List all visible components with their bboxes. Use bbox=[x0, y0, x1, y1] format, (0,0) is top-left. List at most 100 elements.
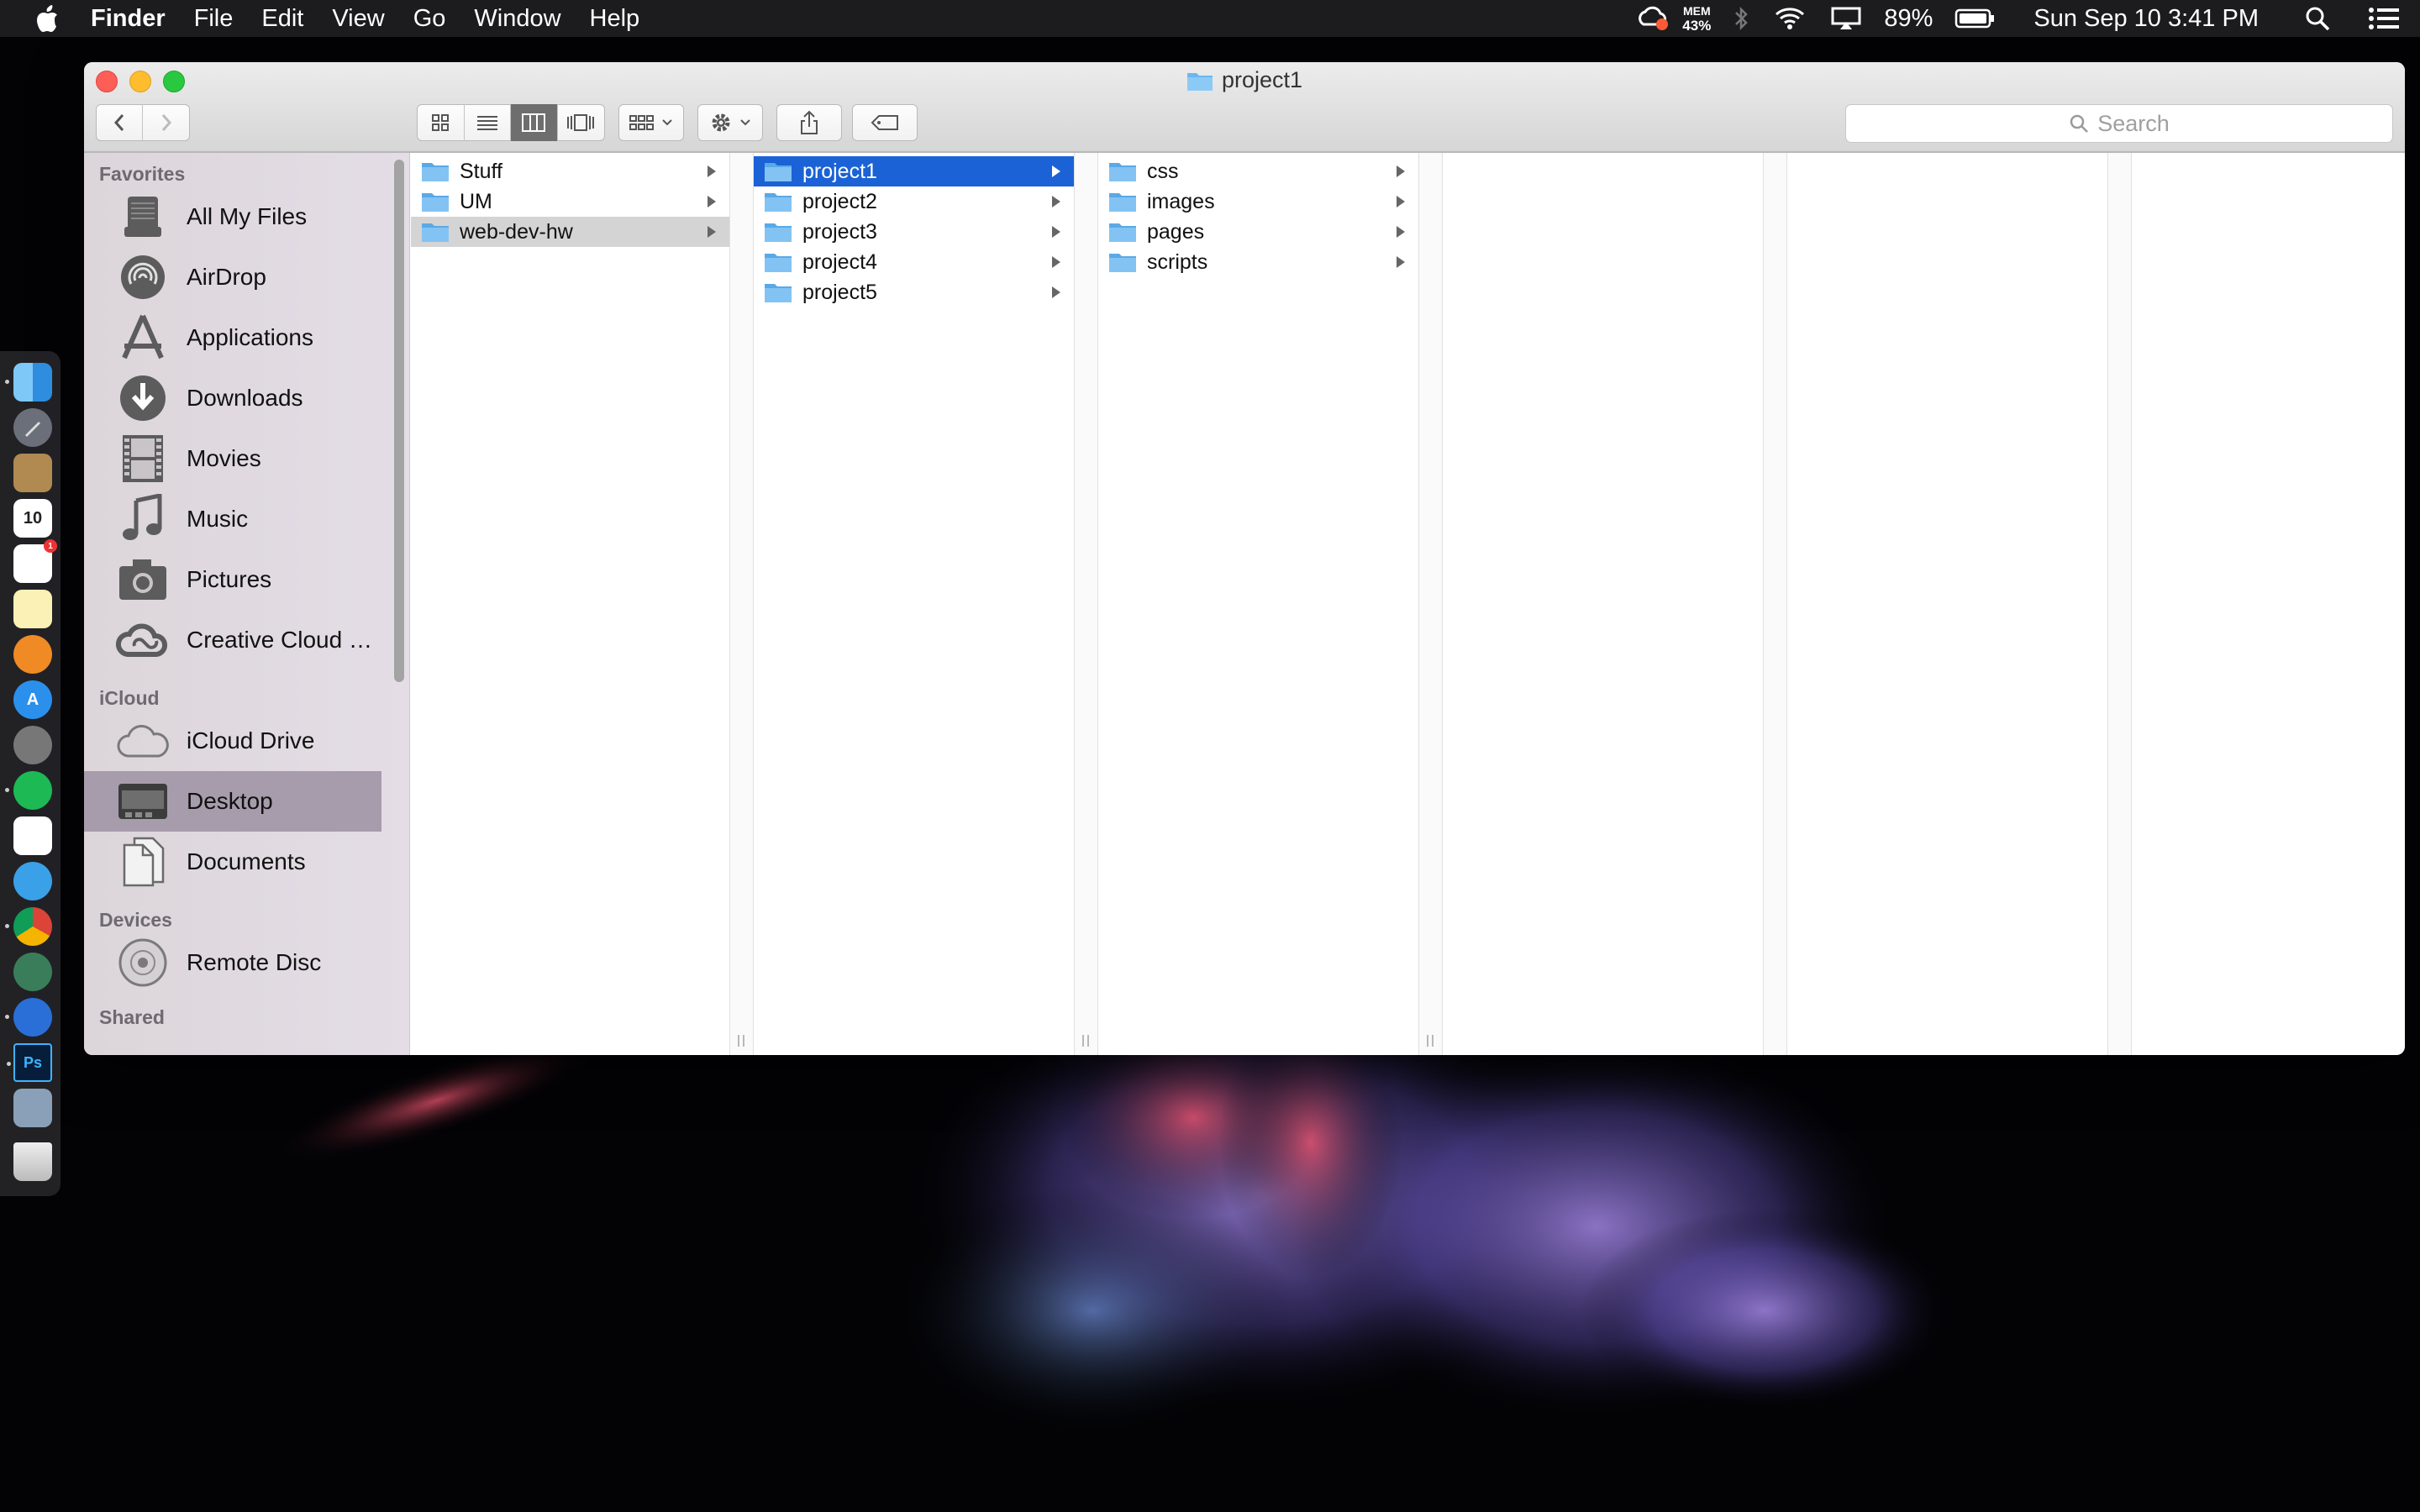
folder-name: images bbox=[1147, 189, 1215, 213]
menu-view[interactable]: View bbox=[332, 5, 384, 33]
column-browser: Stuff UM web-dev-hw project1 project2 pr… bbox=[411, 153, 2405, 1055]
menu-help[interactable]: Help bbox=[590, 5, 640, 33]
tag-icon bbox=[871, 115, 898, 130]
column-resizer[interactable] bbox=[1419, 153, 1443, 1055]
list-view-button[interactable] bbox=[465, 104, 511, 141]
slack-dock-icon[interactable] bbox=[13, 816, 52, 855]
disclosure-arrow-icon bbox=[1392, 255, 1410, 269]
disclosure-arrow-icon bbox=[1047, 165, 1065, 178]
menu-edit[interactable]: Edit bbox=[261, 5, 303, 33]
menu-bar: Finder File Edit View Go Window Help MEM… bbox=[0, 0, 2420, 37]
disclosure-arrow-icon bbox=[1047, 225, 1065, 239]
bluetooth-icon[interactable] bbox=[1733, 6, 1749, 31]
sidebar-item-all-my-files[interactable]: All My Files bbox=[84, 186, 381, 247]
menu-file[interactable]: File bbox=[194, 5, 234, 33]
column-resizer[interactable] bbox=[2108, 153, 2132, 1055]
battery-icon[interactable] bbox=[1954, 8, 1995, 29]
creative-cloud-status-icon[interactable] bbox=[1637, 6, 1670, 31]
grid-icon bbox=[432, 114, 450, 131]
menu-window[interactable]: Window bbox=[474, 5, 560, 33]
sidebar-item-desktop[interactable]: Desktop bbox=[84, 771, 381, 832]
cover-flow-view-button[interactable] bbox=[558, 104, 605, 141]
tags-button[interactable] bbox=[852, 104, 918, 141]
search-field[interactable]: Search bbox=[1845, 104, 2393, 143]
sidebar-scrollbar[interactable] bbox=[394, 160, 404, 682]
calendar-dock-icon[interactable]: 10 bbox=[13, 499, 52, 538]
sidebar-item-music[interactable]: Music bbox=[84, 489, 381, 549]
icon-view-button[interactable] bbox=[418, 104, 465, 141]
drop-app-dock-icon[interactable] bbox=[13, 862, 52, 900]
folder-row[interactable]: project5 bbox=[754, 277, 1074, 307]
apple-menu-icon[interactable] bbox=[35, 4, 59, 33]
sidebar-item-label: iCloud Drive bbox=[187, 727, 315, 753]
folder-row[interactable]: project3 bbox=[754, 217, 1074, 247]
menu-finder[interactable]: Finder bbox=[91, 5, 166, 33]
sidebar-item-pictures[interactable]: Pictures bbox=[84, 549, 381, 610]
folder-row[interactable]: pages bbox=[1098, 217, 1418, 247]
folder-row[interactable]: project2 bbox=[754, 186, 1074, 217]
share-button[interactable] bbox=[776, 104, 842, 141]
wifi-icon[interactable] bbox=[1773, 6, 1807, 31]
notes-dock-icon[interactable] bbox=[13, 590, 52, 628]
folder-row-selected[interactable]: project1 bbox=[754, 156, 1074, 186]
folder-icon bbox=[764, 191, 792, 213]
sidebar-section-favorites: Favorites bbox=[99, 163, 186, 185]
sidebar-item-icloud-drive[interactable]: iCloud Drive bbox=[84, 711, 381, 771]
arrange-grid-icon bbox=[629, 115, 654, 130]
creative-cloud-icon bbox=[116, 615, 170, 665]
column-resizer[interactable] bbox=[1075, 153, 1098, 1055]
atom-dock-icon[interactable] bbox=[13, 953, 52, 991]
photoshop-dock-icon[interactable]: Ps bbox=[7, 1043, 52, 1082]
folder-icon bbox=[1186, 72, 1213, 91]
movies-icon bbox=[116, 433, 170, 484]
column-resizer[interactable] bbox=[730, 153, 754, 1055]
back-button[interactable] bbox=[97, 104, 144, 141]
folder-row[interactable]: Stuff bbox=[411, 156, 729, 186]
folder-row[interactable]: images bbox=[1098, 186, 1418, 217]
notification-center-icon[interactable] bbox=[2368, 7, 2400, 30]
clock[interactable]: Sun Sep 10 3:41 PM bbox=[2033, 5, 2259, 33]
launchpad-dock-icon[interactable] bbox=[13, 408, 52, 447]
folder-icon bbox=[421, 160, 450, 182]
folder-name: project3 bbox=[802, 219, 877, 244]
preview-dock-icon[interactable] bbox=[13, 1089, 52, 1127]
arrange-button[interactable] bbox=[618, 104, 684, 141]
system-preferences-dock-icon[interactable] bbox=[13, 726, 52, 764]
action-button[interactable] bbox=[697, 104, 763, 141]
column-resizer[interactable] bbox=[1764, 153, 1787, 1055]
folder-row[interactable]: UM bbox=[411, 186, 729, 217]
folder-row[interactable]: project4 bbox=[754, 247, 1074, 277]
sidebar-item-airdrop[interactable]: AirDrop bbox=[84, 247, 381, 307]
chevron-left-icon bbox=[113, 114, 124, 131]
ibooks-dock-icon[interactable] bbox=[13, 635, 52, 674]
column-view-button[interactable] bbox=[511, 104, 558, 141]
folder-row[interactable]: css bbox=[1098, 156, 1418, 186]
sidebar-item-downloads[interactable]: Downloads bbox=[84, 368, 381, 428]
forward-button[interactable] bbox=[143, 104, 189, 141]
resize-grip-icon bbox=[1082, 1035, 1089, 1047]
reminders-dock-icon[interactable]: 1 bbox=[13, 539, 57, 583]
memory-meter[interactable]: MEM 43% bbox=[1682, 4, 1711, 33]
xcode-dock-icon[interactable] bbox=[5, 998, 52, 1037]
disc-icon bbox=[116, 937, 170, 988]
contacts-dock-icon[interactable] bbox=[13, 454, 52, 492]
trash-dock-icon[interactable] bbox=[13, 1142, 52, 1181]
sidebar-item-movies[interactable]: Movies bbox=[84, 428, 381, 489]
spotlight-search-icon[interactable] bbox=[2304, 5, 2331, 32]
app-store-dock-icon[interactable]: A bbox=[13, 680, 52, 719]
sidebar-item-applications[interactable]: Applications bbox=[84, 307, 381, 368]
battery-percent: 89% bbox=[1884, 4, 1933, 32]
folder-row-selected[interactable]: web-dev-hw bbox=[411, 217, 729, 247]
folder-row[interactable]: scripts bbox=[1098, 247, 1418, 277]
spotify-dock-icon[interactable] bbox=[5, 771, 52, 810]
running-indicator bbox=[5, 788, 9, 792]
sidebar-item-remote-disc[interactable]: Remote Disc bbox=[84, 932, 381, 993]
sidebar-item-creative-cloud-files[interactable]: Creative Cloud Fil... bbox=[84, 610, 381, 670]
airplay-icon[interactable] bbox=[1830, 6, 1862, 31]
finder-dock-icon[interactable] bbox=[5, 363, 52, 402]
dock: 10 1 A Ps bbox=[0, 351, 60, 1196]
sidebar-item-documents[interactable]: Documents bbox=[84, 832, 381, 892]
folder-icon bbox=[764, 251, 792, 273]
menu-go[interactable]: Go bbox=[413, 5, 446, 33]
chrome-dock-icon[interactable] bbox=[5, 907, 52, 946]
